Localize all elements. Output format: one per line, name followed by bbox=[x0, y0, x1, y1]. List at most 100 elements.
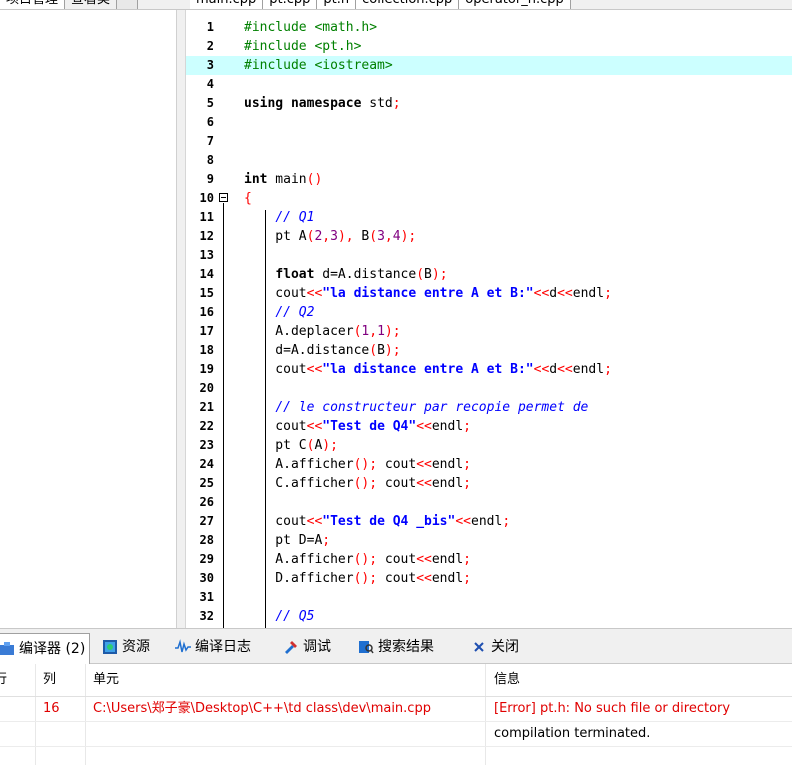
code-text: // Q5 bbox=[275, 609, 315, 624]
code-line[interactable]: 1 #include <math.h> bbox=[186, 18, 792, 37]
code-editor[interactable]: 1 #include <math.h> 2 #include <pt.h> 3 #incl… bbox=[186, 10, 792, 628]
code-line[interactable]: 3 #include <iostream> bbox=[186, 56, 792, 75]
code-line[interactable]: 32 // Q5 bbox=[186, 607, 792, 626]
line-number: 22 bbox=[199, 419, 214, 433]
tab-search-results-label: 搜索结果 bbox=[378, 639, 434, 655]
code-line[interactable]: 8 bbox=[186, 151, 792, 170]
code-text: pt A(2,3), B(3,4); bbox=[244, 229, 417, 244]
code-text: int main() bbox=[244, 172, 323, 187]
line-number: 31 bbox=[199, 590, 214, 604]
tab-debug-panel[interactable] bbox=[117, 0, 139, 9]
tab-pt-cpp[interactable]: pt.cpp bbox=[263, 0, 318, 9]
line-number: 32 bbox=[199, 609, 214, 623]
tab-resources[interactable]: 资源 bbox=[102, 635, 150, 659]
code-text: A.afficher(); cout<<endl; bbox=[244, 457, 471, 472]
line-number: 21 bbox=[199, 400, 214, 414]
code-line[interactable]: 13 bbox=[186, 246, 792, 265]
tab-close-label: 关闭 bbox=[491, 639, 519, 655]
header-row[interactable]: 行 bbox=[0, 669, 7, 691]
line-number: 1 bbox=[206, 20, 214, 34]
code-text: using namespace std; bbox=[244, 96, 401, 111]
line-number: 26 bbox=[199, 495, 214, 509]
left-panel-tabs: 项目管理 查看类 bbox=[0, 0, 139, 9]
compiler-messages-table[interactable]: 行 列 单元 信息 16 C:\Users\郑子豪\Desktop\C++\td… bbox=[0, 664, 792, 765]
line-number: 4 bbox=[206, 77, 214, 91]
code-line[interactable]: 10 { bbox=[186, 189, 792, 208]
project-panel[interactable] bbox=[0, 10, 177, 628]
panel-splitter[interactable] bbox=[177, 10, 186, 628]
editor-file-tabs: main.cpp pt.cpp pt.h collection.cpp oper… bbox=[190, 0, 571, 9]
tab-resources-label: 资源 bbox=[122, 639, 150, 655]
tab-pt-h[interactable]: pt.h bbox=[317, 0, 357, 9]
line-number: 13 bbox=[199, 248, 214, 262]
line-number: 24 bbox=[199, 457, 214, 471]
code-text: float d=A.distance(B); bbox=[275, 267, 448, 282]
tab-main-cpp[interactable]: main.cpp bbox=[190, 0, 264, 9]
code-line[interactable]: 20 bbox=[186, 379, 792, 398]
code-text: #include <pt.h> bbox=[244, 39, 362, 54]
line-number: 18 bbox=[199, 343, 214, 357]
code-line[interactable]: 18 d=A.distance(B); bbox=[186, 341, 792, 360]
code-line[interactable]: 29 A.afficher(); cout<<endl; bbox=[186, 550, 792, 569]
code-line[interactable]: 9 int main() bbox=[186, 170, 792, 189]
cell-column: 16 bbox=[43, 701, 60, 716]
table-row[interactable]: compilation terminated. bbox=[0, 722, 792, 747]
tab-project-manager[interactable]: 项目管理 bbox=[0, 0, 66, 9]
fold-toggle-icon[interactable] bbox=[219, 193, 228, 202]
code-line[interactable]: 23 pt C(A); bbox=[186, 436, 792, 455]
code-line[interactable]: 25 C.afficher(); cout<<endl; bbox=[186, 474, 792, 493]
code-text: d=A.distance(B); bbox=[244, 343, 401, 358]
code-line[interactable]: 12 pt A(2,3), B(3,4); bbox=[186, 227, 792, 246]
code-line[interactable]: 30 D.afficher(); cout<<endl; bbox=[186, 569, 792, 588]
tab-compile-log[interactable]: 编译日志 bbox=[175, 635, 251, 659]
code-line[interactable]: 14 float d=A.distance(B); bbox=[186, 265, 792, 284]
header-unit[interactable]: 单元 bbox=[93, 669, 119, 691]
code-line[interactable]: 28 pt D=A; bbox=[186, 531, 792, 550]
tab-debug-label: 调试 bbox=[303, 639, 331, 655]
code-line[interactable]: 4 bbox=[186, 75, 792, 94]
code-line[interactable]: 22 cout<<"Test de Q4"<<endl; bbox=[186, 417, 792, 436]
code-line[interactable]: 19 cout<<"la distance entre A et B:"<<d<… bbox=[186, 360, 792, 379]
code-line[interactable]: 24 A.afficher(); cout<<endl; bbox=[186, 455, 792, 474]
line-number: 29 bbox=[199, 552, 214, 566]
header-column[interactable]: 列 bbox=[43, 669, 56, 691]
line-number: 2 bbox=[206, 39, 214, 53]
tab-compiler[interactable]: 编译器 (2) bbox=[0, 633, 91, 664]
code-line[interactable]: 7 bbox=[186, 132, 792, 151]
code-line[interactable]: 17 A.deplacer(1,1); bbox=[186, 322, 792, 341]
header-info[interactable]: 信息 bbox=[494, 669, 520, 691]
debug-icon bbox=[285, 641, 297, 654]
code-line[interactable]: 11 // Q1 bbox=[186, 208, 792, 227]
code-line[interactable]: 6 bbox=[186, 113, 792, 132]
line-number: 25 bbox=[199, 476, 214, 490]
tab-collection-cpp[interactable]: collection.cpp bbox=[356, 0, 460, 9]
tab-class-browser[interactable]: 查看类 bbox=[65, 0, 118, 9]
code-line[interactable]: 2 #include <pt.h> bbox=[186, 37, 792, 56]
code-line[interactable]: 27 cout<<"Test de Q4 _bis"<<endl; bbox=[186, 512, 792, 531]
tab-operator-h-cpp[interactable]: operator_h.cpp bbox=[459, 0, 571, 9]
compiler-icon bbox=[0, 642, 14, 655]
code-line[interactable]: 15 cout<<"la distance entre A et B:"<<d<… bbox=[186, 284, 792, 303]
code-line[interactable]: 26 bbox=[186, 493, 792, 512]
tab-search-results[interactable]: 搜索结果 bbox=[358, 635, 434, 659]
code-line[interactable]: 16 // Q2 bbox=[186, 303, 792, 322]
code-text: // Q2 bbox=[275, 305, 315, 320]
code-text: A.afficher(); cout<<endl; bbox=[244, 552, 471, 567]
line-number: 16 bbox=[199, 305, 214, 319]
line-number: 3 bbox=[206, 58, 214, 72]
table-row[interactable]: 16 C:\Users\郑子豪\Desktop\C++\td class\dev… bbox=[0, 697, 792, 722]
code-text: pt C(A); bbox=[244, 438, 338, 453]
tab-close[interactable]: 关闭 bbox=[471, 635, 519, 659]
code-line[interactable]: 21 // le constructeur par recopie permet… bbox=[186, 398, 792, 417]
code-text: cout<<"Test de Q4 _bis"<<endl; bbox=[244, 514, 511, 529]
code-line[interactable]: 5 using namespace std; bbox=[186, 94, 792, 113]
code-text: { bbox=[244, 191, 252, 206]
code-line[interactable]: 31 bbox=[186, 588, 792, 607]
code-text: // le constructeur par recopie permet de bbox=[275, 400, 589, 415]
line-number: 19 bbox=[199, 362, 214, 376]
table-header: 行 列 单元 信息 bbox=[0, 664, 792, 697]
close-icon bbox=[474, 642, 484, 652]
line-number: 12 bbox=[199, 229, 214, 243]
line-number: 27 bbox=[199, 514, 214, 528]
tab-debug[interactable]: 调试 bbox=[283, 635, 331, 659]
